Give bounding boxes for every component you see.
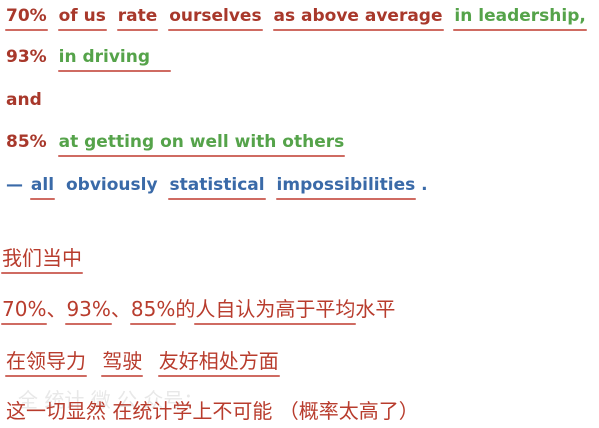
- zh-conclusion: 这一切显然 在统计学上不可能 （概率太高了）: [6, 399, 419, 423]
- period: .: [421, 175, 428, 195]
- text-impossibilities: impossibilities: [275, 175, 416, 200]
- text-rate: rate: [116, 6, 158, 31]
- zh-line-percentages: 70%、93%、85% 的人自认为高于平均水平: [0, 296, 396, 325]
- zh-line-conclusion: 这一切显然 在统计学上不可能 （概率太高了）: [6, 398, 419, 424]
- zh-above-average: 高于平均: [274, 297, 357, 325]
- zh-line-aspects: 在领导力 驾驶 友好相处方面: [5, 348, 280, 377]
- zh-getting-along: 友好相处方面: [157, 349, 280, 377]
- line-leadership: 70% of us rate ourselves as above averag…: [5, 5, 588, 31]
- text-ourselves: ourselves: [168, 6, 263, 31]
- line-getting-on: 85% at getting on well with others: [6, 131, 345, 157]
- text-in-driving: in driving: [57, 46, 172, 72]
- zh-pct-70: 70%: [0, 297, 48, 325]
- line-driving: 93% in driving: [6, 46, 172, 72]
- zh-driving: 驾驶: [101, 349, 144, 377]
- line-and: and: [6, 89, 42, 111]
- zh-de: 的: [175, 297, 196, 321]
- text-of-us: of us: [57, 6, 108, 31]
- zh-sep-1: 、: [46, 297, 67, 321]
- line-impossibilities: — all obviously statistical impossibilit…: [6, 174, 428, 200]
- text-obviously: obviously: [65, 175, 158, 195]
- text-getting-on-well: at getting on well with others: [57, 132, 345, 157]
- pct-85: 85%: [6, 132, 47, 152]
- text-all: all: [29, 175, 56, 200]
- zh-among-us: 我们当中: [1, 246, 83, 274]
- text-statistical: statistical: [168, 175, 266, 200]
- zh-sep-2: 、: [110, 297, 131, 321]
- text-and: and: [6, 90, 42, 110]
- zh-pct-93: 93%: [65, 297, 113, 325]
- text-above-average: as above average: [272, 6, 444, 31]
- zh-pct-85: 85%: [129, 297, 177, 325]
- zh-line-among-us: 我们当中: [1, 245, 83, 274]
- pct-93: 93%: [6, 47, 47, 67]
- dash: —: [6, 175, 23, 195]
- pct-70: 70%: [5, 6, 48, 31]
- text-in-leadership: in leadership,: [453, 6, 588, 31]
- zh-leadership: 在领导力: [5, 349, 87, 377]
- zh-level: 水平: [355, 297, 396, 321]
- zh-people-think: 人自认为: [194, 297, 277, 325]
